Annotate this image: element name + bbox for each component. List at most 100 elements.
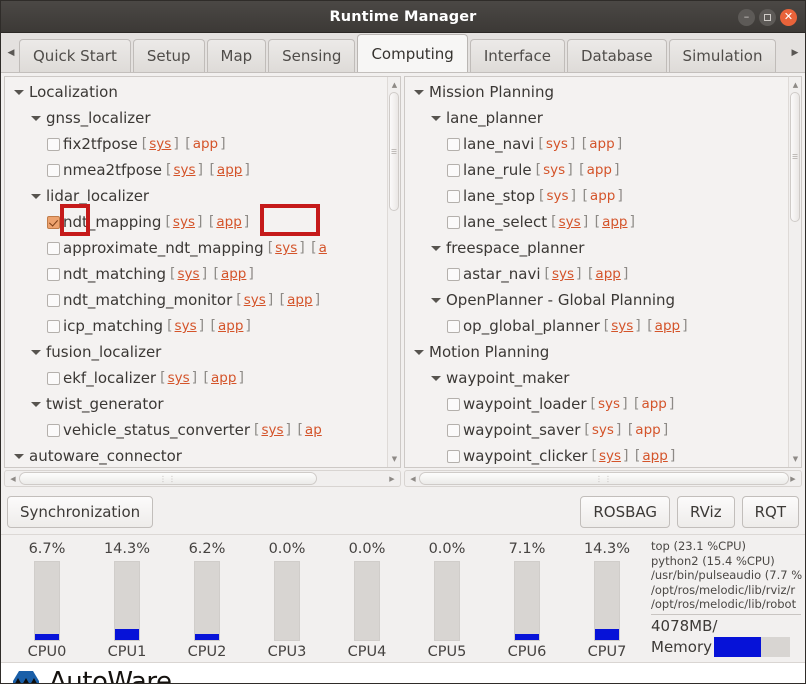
expand-collapse-triangle-icon[interactable] — [13, 451, 24, 462]
expand-collapse-triangle-icon[interactable] — [30, 113, 41, 124]
app-link[interactable]: app — [588, 136, 615, 152]
app-link[interactable]: app — [286, 292, 313, 308]
node-checkbox[interactable] — [447, 189, 460, 203]
tab-database[interactable]: Database — [566, 39, 667, 72]
left-horizontal-scrollbar[interactable]: ◀ ⋮⋮ ▶ — [4, 470, 401, 487]
app-link[interactable]: app — [192, 136, 219, 152]
sys-link[interactable]: sys — [597, 396, 621, 412]
right-horizontal-scrollbar[interactable]: ◀ ⋮⋮ ▶ — [404, 470, 802, 487]
expand-collapse-triangle-icon[interactable] — [430, 373, 441, 384]
scroll-thumb[interactable]: ⋮⋮ — [419, 472, 789, 485]
expand-collapse-triangle-icon[interactable] — [30, 399, 41, 410]
app-link[interactable]: app — [654, 318, 681, 334]
sys-link[interactable]: sys — [591, 422, 615, 438]
rviz-button[interactable]: RViz — [677, 496, 735, 528]
node-checkbox[interactable] — [447, 215, 460, 229]
node-checkbox[interactable] — [47, 319, 60, 333]
node-checkbox[interactable] — [47, 137, 60, 151]
expand-collapse-triangle-icon[interactable] — [30, 347, 41, 358]
tree-row[interactable]: ndt_matching[sys] [app] — [5, 261, 387, 287]
sys-link[interactable]: sys — [274, 240, 298, 256]
node-checkbox[interactable] — [47, 371, 60, 385]
tree-row[interactable]: waypoint_loader[sys] [app] — [405, 391, 788, 417]
app-link[interactable]: a — [318, 240, 328, 256]
tree-row[interactable]: lane_stop[sys] [app] — [405, 183, 788, 209]
app-link[interactable]: ap — [304, 422, 323, 438]
node-checkbox[interactable] — [447, 163, 460, 177]
sys-link[interactable]: sys — [174, 318, 198, 334]
sys-link[interactable]: sys — [148, 136, 172, 152]
scroll-down-icon[interactable]: ▼ — [789, 452, 801, 466]
rosbag-button[interactable]: ROSBAG — [580, 496, 671, 528]
node-checkbox[interactable] — [447, 137, 460, 151]
tab-sensing[interactable]: Sensing — [268, 39, 356, 72]
expand-collapse-triangle-icon[interactable] — [430, 113, 441, 124]
tree-row[interactable]: Motion Planning — [405, 339, 788, 365]
node-checkbox[interactable] — [47, 215, 60, 229]
app-link[interactable]: app — [601, 214, 628, 230]
tree-row[interactable]: waypoint_maker — [405, 365, 788, 391]
sys-link[interactable]: sys — [542, 162, 566, 178]
tree-row[interactable]: fusion_localizer — [5, 339, 387, 365]
tree-row[interactable]: astar_navi[sys] [app] — [405, 261, 788, 287]
node-checkbox[interactable] — [47, 293, 60, 307]
expand-collapse-triangle-icon[interactable] — [430, 243, 441, 254]
app-link[interactable]: app — [594, 266, 621, 282]
scroll-track[interactable] — [790, 92, 800, 452]
sys-link[interactable]: sys — [610, 318, 634, 334]
sys-link[interactable]: sys — [172, 214, 196, 230]
scroll-left-icon[interactable]: ◀ — [6, 471, 20, 486]
tree-row[interactable]: approximate_ndt_mapping[sys] [a — [5, 235, 387, 261]
expand-collapse-triangle-icon[interactable] — [413, 347, 424, 358]
sys-link[interactable]: sys — [172, 162, 196, 178]
scroll-right-icon[interactable]: ▶ — [385, 471, 399, 486]
maximize-button[interactable] — [759, 8, 776, 26]
sys-link[interactable]: sys — [243, 292, 267, 308]
tree-row[interactable]: lidar_localizer — [5, 183, 387, 209]
sys-link[interactable]: sys — [260, 422, 284, 438]
tree-row[interactable]: icp_matching[sys] [app] — [5, 313, 387, 339]
tree-row[interactable]: freespace_planner — [405, 235, 788, 261]
node-checkbox[interactable] — [47, 423, 60, 437]
tree-row[interactable]: ekf_localizer[sys] [app] — [5, 365, 387, 391]
close-button[interactable]: ✕ — [780, 8, 797, 26]
sys-link[interactable]: sys — [545, 136, 569, 152]
app-link[interactable]: app — [220, 266, 247, 282]
app-link[interactable]: app — [586, 162, 613, 178]
tree-row[interactable]: Mission Planning — [405, 79, 788, 105]
scroll-track[interactable] — [389, 92, 399, 452]
tree-row[interactable]: autoware_connector — [5, 443, 387, 467]
node-checkbox[interactable] — [47, 241, 60, 255]
minimize-button[interactable]: – — [738, 8, 755, 26]
node-checkbox[interactable] — [47, 267, 60, 281]
node-checkbox[interactable] — [447, 267, 460, 281]
tab-interface[interactable]: Interface — [469, 39, 565, 72]
tree-row[interactable]: waypoint_clicker[sys] [app] — [405, 443, 788, 467]
tree-row[interactable]: waypoint_saver[sys] [app] — [405, 417, 788, 443]
node-checkbox[interactable] — [447, 449, 460, 463]
sys-link[interactable]: sys — [598, 448, 622, 464]
sys-link[interactable]: sys — [558, 214, 582, 230]
expand-collapse-triangle-icon[interactable] — [30, 191, 41, 202]
scroll-right-icon[interactable]: ▶ — [786, 471, 800, 486]
app-link[interactable]: app — [215, 214, 242, 230]
node-checkbox[interactable] — [447, 319, 460, 333]
node-checkbox[interactable] — [447, 397, 460, 411]
tree-row[interactable]: lane_planner — [405, 105, 788, 131]
tree-row[interactable]: twist_generator — [5, 391, 387, 417]
tree-row[interactable]: lane_rule[sys] [app] — [405, 157, 788, 183]
sys-link[interactable]: sys — [551, 266, 575, 282]
right-vertical-scrollbar[interactable]: ▲ ▼ — [788, 77, 801, 467]
app-link[interactable]: app — [216, 162, 243, 178]
app-link[interactable]: app — [210, 370, 237, 386]
tab-computing[interactable]: Computing — [357, 34, 468, 72]
tab-setup[interactable]: Setup — [132, 39, 205, 72]
left-vertical-scrollbar[interactable]: ▲ ▼ — [387, 77, 400, 467]
sys-link[interactable]: sys — [545, 188, 569, 204]
tab-simulation[interactable]: Simulation — [668, 39, 777, 72]
app-link[interactable]: app — [640, 396, 667, 412]
app-link[interactable]: app — [589, 188, 616, 204]
app-link[interactable]: app — [634, 422, 661, 438]
left-node-tree[interactable]: Localization gnss_localizer fix2tfpose[sys… — [5, 79, 387, 467]
sys-link[interactable]: sys — [177, 266, 201, 282]
